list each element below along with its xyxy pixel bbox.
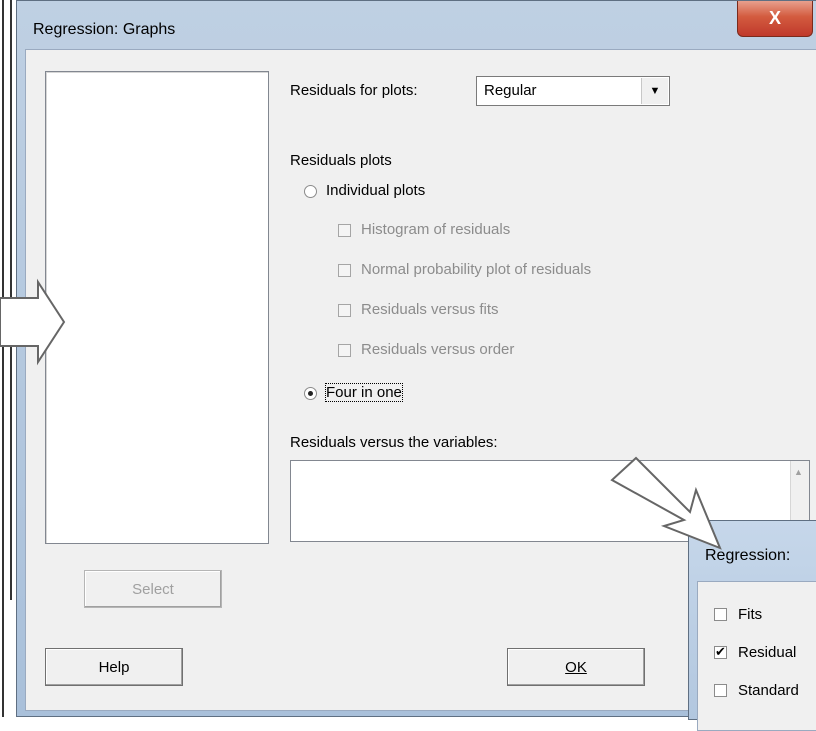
residuals-checkbox[interactable]: ✔: [714, 644, 727, 659]
background-line: [10, 0, 12, 600]
fits-label[interactable]: Fits: [738, 606, 762, 623]
histogram-label: Histogram of residuals: [361, 221, 511, 238]
select-button[interactable]: Select: [84, 570, 222, 608]
fits-checkbox[interactable]: [714, 608, 727, 621]
residuals-vs-variables-label: Residuals versus the variables:: [290, 434, 498, 451]
radio-selected-dot: [308, 391, 313, 396]
histogram-checkbox[interactable]: [338, 224, 351, 237]
ok-button-label: OK: [565, 658, 587, 676]
normal-probability-label: Normal probability plot of residuals: [361, 261, 592, 278]
second-dialog-client: Fits ✔ Residual Standard: [697, 581, 816, 731]
regression-storage-dialog: Regression: Fits ✔ Residual Standard: [688, 520, 816, 731]
ok-button[interactable]: OK: [507, 648, 645, 686]
select-button-label: Select: [132, 580, 174, 598]
residuals-label[interactable]: Residual: [738, 644, 796, 661]
close-button[interactable]: X: [737, 1, 813, 37]
four-in-one-radio[interactable]: [304, 387, 317, 400]
residuals-for-plots-value: Regular: [484, 82, 537, 99]
second-dialog-title: Regression:: [705, 547, 791, 564]
four-in-one-label[interactable]: Four in one: [325, 383, 403, 402]
individual-plots-radio[interactable]: [304, 185, 317, 198]
dialog-title: Regression: Graphs: [33, 21, 176, 38]
individual-plots-label[interactable]: Individual plots: [326, 182, 425, 199]
residuals-vs-order-checkbox[interactable]: [338, 344, 351, 357]
standard-checkbox[interactable]: [714, 684, 727, 697]
scroll-up-icon[interactable]: ▲: [794, 467, 803, 477]
residuals-vs-fits-checkbox[interactable]: [338, 304, 351, 317]
help-button-label: Help: [98, 658, 130, 676]
chevron-down-icon[interactable]: ▼: [641, 78, 668, 104]
help-button[interactable]: Help: [45, 648, 183, 686]
residuals-for-plots-select[interactable]: Regular ▼: [476, 76, 670, 106]
residuals-vs-fits-label: Residuals versus fits: [361, 301, 499, 318]
normal-probability-checkbox[interactable]: [338, 264, 351, 277]
check-icon: ✔: [715, 644, 726, 659]
residuals-vs-order-label: Residuals versus order: [361, 341, 515, 358]
standard-label[interactable]: Standard: [738, 682, 799, 699]
residual-plots-heading: Residuals plots: [290, 152, 392, 169]
residuals-for-plots-label: Residuals for plots:: [290, 82, 418, 99]
close-icon: X: [768, 8, 781, 28]
variable-list[interactable]: [45, 71, 269, 544]
background-line: [2, 0, 4, 717]
